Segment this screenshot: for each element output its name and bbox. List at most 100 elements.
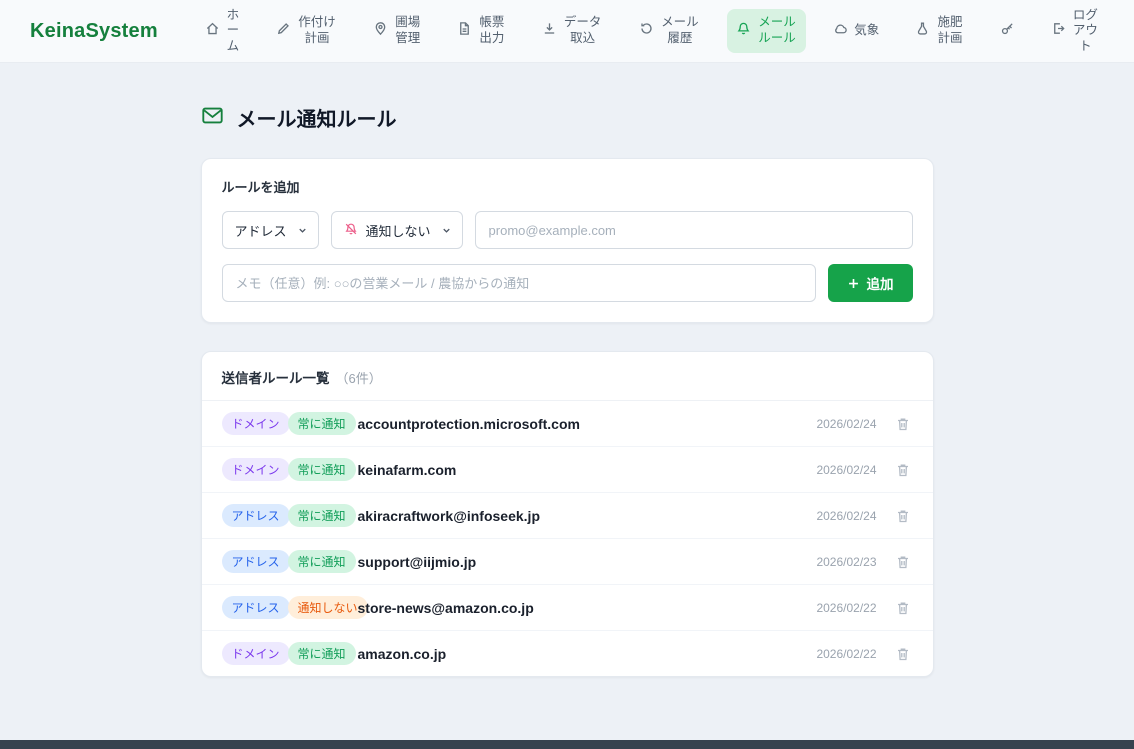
main-content: メール通知ルール ルールを追加 アドレス 通知しない 追加: [201, 63, 934, 677]
action-badge: 通知しない: [288, 596, 368, 619]
nav-label: ログアウト: [1072, 8, 1099, 55]
nav-label: 施肥計画: [936, 15, 963, 46]
nav-label: 気象: [854, 23, 879, 39]
rule-action-select[interactable]: 通知しない: [331, 211, 463, 249]
action-badge: 常に通知: [288, 458, 356, 481]
type-badge: ドメイン: [222, 412, 290, 435]
type-badge: ドメイン: [222, 458, 290, 481]
rule-date: 2026/02/24: [816, 509, 876, 523]
nav-item-key[interactable]: [991, 15, 1024, 47]
nav-label: メールルール: [757, 15, 797, 46]
rule-action-value: 通知しない: [366, 221, 431, 240]
bell-icon: [736, 21, 751, 41]
nav-label: データ取込: [563, 15, 603, 46]
trash-icon: [895, 508, 911, 524]
nav-item-report-output[interactable]: 帳票出力: [448, 9, 514, 52]
main-nav: ホーム 作付け計画 圃場管理 帳票出力 データ取込 メール履歴 メールルール: [196, 2, 1108, 61]
address-input[interactable]: [475, 211, 913, 249]
delete-rule-button[interactable]: [893, 414, 913, 434]
rules-list-title: 送信者ルール一覧: [222, 367, 330, 387]
table-row: ドメイン 常に通知 accountprotection.microsoft.co…: [202, 401, 933, 447]
envelope-icon: [201, 104, 224, 132]
table-row: アドレス 常に通知 akiracraftwork@infoseek.jp 202…: [202, 493, 933, 539]
add-rule-card: ルールを追加 アドレス 通知しない 追加: [201, 158, 934, 323]
key-icon: [1000, 21, 1015, 41]
action-badge: 常に通知: [288, 550, 356, 573]
add-rule-title: ルールを追加: [222, 177, 913, 196]
footer-bar: [0, 740, 1134, 749]
download-icon: [542, 21, 557, 41]
add-rule-row-2: 追加: [222, 264, 913, 302]
nav-label: 圃場管理: [394, 15, 421, 46]
nav-label: ホーム: [226, 8, 240, 55]
pencil-icon: [276, 21, 291, 41]
trash-icon: [895, 600, 911, 616]
add-rule-row-1: アドレス 通知しない: [222, 211, 913, 249]
trash-icon: [895, 554, 911, 570]
rule-date: 2026/02/22: [816, 647, 876, 661]
table-row: アドレス 常に通知 support@iijmio.jp 2026/02/23: [202, 539, 933, 585]
home-icon: [205, 21, 220, 41]
rule-address: accountprotection.microsoft.com: [358, 416, 580, 432]
rule-address: support@iijmio.jp: [358, 554, 477, 570]
type-badge: ドメイン: [222, 642, 290, 665]
action-badge: 常に通知: [288, 412, 356, 435]
flask-icon: [915, 21, 930, 41]
plus-icon: [847, 277, 860, 290]
page-title: メール通知ルール: [201, 103, 934, 132]
page-title-text: メール通知ルール: [237, 103, 397, 132]
table-row: ドメイン 常に通知 keinafarm.com 2026/02/24: [202, 447, 933, 493]
table-row: ドメイン 常に通知 amazon.co.jp 2026/02/22: [202, 631, 933, 676]
nav-label: 作付け計画: [297, 15, 337, 46]
delete-rule-button[interactable]: [893, 552, 913, 572]
bell-mute-icon: [344, 222, 358, 239]
type-badge: アドレス: [222, 550, 290, 573]
history-icon: [639, 21, 654, 41]
rule-type-select[interactable]: アドレス: [222, 211, 319, 249]
delete-rule-button[interactable]: [893, 460, 913, 480]
document-icon: [457, 21, 472, 41]
rule-address: store-news@amazon.co.jp: [358, 600, 534, 616]
rule-date: 2026/02/22: [816, 601, 876, 615]
nav-item-field-management[interactable]: 圃場管理: [364, 9, 430, 52]
app-logo[interactable]: KeinaSystem: [30, 20, 158, 43]
rule-date: 2026/02/23: [816, 555, 876, 569]
add-rule-button[interactable]: 追加: [828, 264, 913, 302]
rules-count: （6件）: [336, 368, 382, 387]
chevron-down-icon: [297, 225, 308, 236]
rule-address: keinafarm.com: [358, 462, 457, 478]
delete-rule-button[interactable]: [893, 598, 913, 618]
nav-item-home[interactable]: ホーム: [196, 2, 249, 61]
nav-item-data-import[interactable]: データ取込: [533, 9, 612, 52]
nav-item-mail-rules[interactable]: メールルール: [727, 9, 806, 52]
rule-address: amazon.co.jp: [358, 646, 447, 662]
rule-address: akiracraftwork@infoseek.jp: [358, 508, 541, 524]
nav-item-mail-history[interactable]: メール履歴: [630, 9, 709, 52]
nav-item-weather[interactable]: 気象: [824, 15, 888, 47]
rule-date: 2026/02/24: [816, 417, 876, 431]
map-pin-icon: [373, 21, 388, 41]
add-button-label: 追加: [867, 273, 894, 293]
nav-label: 帳票出力: [478, 15, 505, 46]
trash-icon: [895, 646, 911, 662]
cloud-icon: [833, 21, 848, 41]
rule-type-value: アドレス: [235, 221, 287, 240]
delete-rule-button[interactable]: [893, 506, 913, 526]
delete-rule-button[interactable]: [893, 644, 913, 664]
action-badge: 常に通知: [288, 642, 356, 665]
nav-item-logout[interactable]: ログアウト: [1042, 2, 1108, 61]
action-badge: 常に通知: [288, 504, 356, 527]
nav-item-planting-plan[interactable]: 作付け計画: [267, 9, 346, 52]
nav-item-fertilizer-plan[interactable]: 施肥計画: [906, 9, 972, 52]
rule-date: 2026/02/24: [816, 463, 876, 477]
top-header: KeinaSystem ホーム 作付け計画 圃場管理 帳票出力 データ取込 メー…: [0, 0, 1134, 63]
nav-label: メール履歴: [660, 15, 700, 46]
rules-list-header: 送信者ルール一覧 （6件）: [202, 352, 933, 401]
type-badge: アドレス: [222, 596, 290, 619]
type-badge: アドレス: [222, 504, 290, 527]
rules-list-card: 送信者ルール一覧 （6件） ドメイン 常に通知 accountprotectio…: [201, 351, 934, 677]
table-row: アドレス 通知しない store-news@amazon.co.jp 2026/…: [202, 585, 933, 631]
chevron-down-icon: [441, 225, 452, 236]
trash-icon: [895, 462, 911, 478]
memo-input[interactable]: [222, 264, 816, 302]
